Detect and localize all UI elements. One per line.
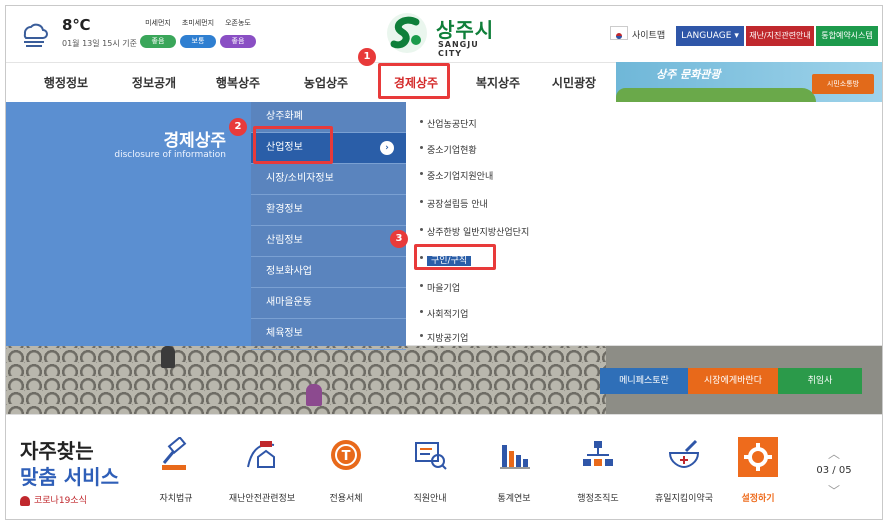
section-header: 경제상주 disclosure of information [6, 102, 251, 346]
mayor-request-button[interactable]: 시장에게바란다 [688, 368, 778, 394]
quick-item-statistics[interactable]: 통계연보 [474, 437, 554, 509]
submenu-item-sports[interactable]: 체육정보 [251, 319, 406, 350]
submenu3-item[interactable]: 상주한방 일반지방산업단지 [420, 222, 529, 244]
gavel-icon [162, 437, 187, 470]
quick-item-disaster[interactable]: 재난안전관련정보 [222, 437, 302, 509]
citizen-talk-button[interactable]: 시민소통방 [812, 74, 874, 94]
weather-widget: 8℃ 01월 13일 15시 기준 미세먼지 좋음 초미세먼지 보통 오존농도 … [18, 16, 258, 52]
quick-item-org-chart[interactable]: 행정조직도 [558, 437, 638, 509]
submenu3-item[interactable]: 산업농공단지 [420, 114, 477, 136]
gnb-item-citizen[interactable]: 시민광장 [534, 63, 614, 103]
disaster-info-button[interactable]: 재난/지진관련안내 [746, 26, 814, 46]
status-badge: 보통 [180, 35, 216, 48]
site-logo[interactable]: 상주시 SANGJU CITY [386, 12, 506, 58]
chevron-right-icon: › [380, 141, 394, 155]
alarm-icon [20, 495, 30, 506]
chevron-up-icon[interactable]: ︿ [812, 445, 856, 461]
gnb-item-welfare[interactable]: 복지상주 [458, 63, 538, 103]
step-badge-2: 2 [229, 118, 247, 136]
bar-chart-icon [500, 445, 530, 469]
korea-flag-icon [610, 26, 628, 40]
highlight-box-jobs [414, 244, 496, 270]
quick-pager: ︿ 03 / 05 ﹀ [812, 445, 856, 505]
language-button[interactable]: LANGUAGE ▾ [676, 26, 744, 46]
gnb-item-happy[interactable]: 행복상주 [198, 63, 278, 103]
pharmacy-bowl-icon [668, 439, 700, 469]
quick-item-font[interactable]: T 전용서체 [306, 437, 386, 509]
manifesto-button[interactable]: 메니페스토란 [600, 368, 688, 394]
quick-title: 자주찾는 [20, 439, 94, 463]
step-badge-3: 3 [390, 230, 408, 248]
step-badge-1: 1 [358, 48, 376, 66]
gnb-item-agri[interactable]: 농업상주 [286, 63, 366, 103]
section-subtitle: disclosure of information [114, 150, 226, 160]
font-t-icon: T [331, 440, 361, 470]
air-fine-dust: 미세먼지 좋음 [138, 18, 178, 48]
gnb-item-disclosure[interactable]: 정보공개 [114, 63, 194, 103]
submenu3-item[interactable]: 공장설립등 안내 [420, 194, 488, 216]
chevron-down-icon[interactable]: ﹀ [812, 482, 856, 498]
submenu3-item[interactable]: 사회적기업 [420, 304, 468, 326]
submenu-item-forest[interactable]: 산림정보 [251, 226, 406, 257]
quick-item-staff[interactable]: 직원안내 [390, 437, 470, 509]
status-badge: 좋음 [140, 35, 176, 48]
submenu3-item[interactable]: 중소기업현황 [420, 140, 477, 162]
browser-frame: 8℃ 01월 13일 15시 기준 미세먼지 좋음 초미세먼지 보통 오존농도 … [5, 5, 883, 520]
temperature: 8℃ [62, 16, 91, 34]
org-chart-icon [583, 441, 613, 466]
top-bar: 8℃ 01월 13일 15시 기준 미세먼지 좋음 초미세먼지 보통 오존농도 … [6, 6, 882, 62]
submenu3-item[interactable]: 지방공기업 [420, 328, 468, 350]
gear-icon [744, 443, 772, 471]
quick-subtitle: 맞춤 서비스 [20, 465, 119, 489]
house-wave-icon [247, 441, 275, 468]
page-indicator: 03 / 05 [816, 465, 852, 476]
gnb-item-admin[interactable]: 행정정보 [26, 63, 106, 103]
quick-service-bar: 자주찾는 맞춤 서비스 코로나19소식 자치법규 재난안전관련정보 T 전용서체… [6, 414, 882, 519]
status-badge: 좋음 [220, 35, 256, 48]
culture-tour-banner[interactable]: 상주 문화관광 시민소통방 [616, 62, 882, 102]
svg-text:T: T [342, 449, 351, 464]
submenu-item-market[interactable]: 시장/소비자정보 [251, 164, 406, 195]
air-ozone: 오존농도 좋음 [218, 18, 258, 48]
submenu-level3: 산업농공단지 중소기업현황 중소기업지원안내 공장설립등 안내 상주한방 일반지… [406, 102, 882, 346]
submenu-item-environment[interactable]: 환경정보 [251, 195, 406, 226]
submenu-item-saemaul[interactable]: 새마을운동 [251, 288, 406, 319]
reservation-system-button[interactable]: 통합예약시스템 [816, 26, 878, 46]
covid-news-link[interactable]: 코로나19소식 [20, 493, 87, 506]
quick-item-settings[interactable]: 설정하기 [718, 437, 798, 509]
staff-search-icon [415, 442, 447, 470]
cloudy-weather-icon [23, 23, 48, 47]
sangju-logo-icon [387, 13, 427, 53]
highlight-box-industry [253, 126, 333, 164]
submenu3-item[interactable]: 중소기업지원안내 [420, 166, 493, 188]
weather-date: 01월 13일 15시 기준 [62, 39, 137, 48]
quick-item-pharmacy[interactable]: 휴일지킴이약국 [644, 437, 724, 509]
section-title: 경제상주 [163, 131, 226, 151]
inaugural-speech-button[interactable]: 취임사 [778, 368, 862, 394]
highlight-box-economy [378, 63, 450, 99]
quick-item-bylaws[interactable]: 자치법규 [136, 437, 216, 509]
submenu3-item[interactable]: 마을기업 [420, 278, 460, 300]
sitemap-link[interactable]: 사이트맵 [632, 26, 665, 46]
submenu-item-it-project[interactable]: 정보화사업 [251, 257, 406, 288]
air-ultrafine-dust: 초미세먼지 보통 [178, 18, 218, 48]
